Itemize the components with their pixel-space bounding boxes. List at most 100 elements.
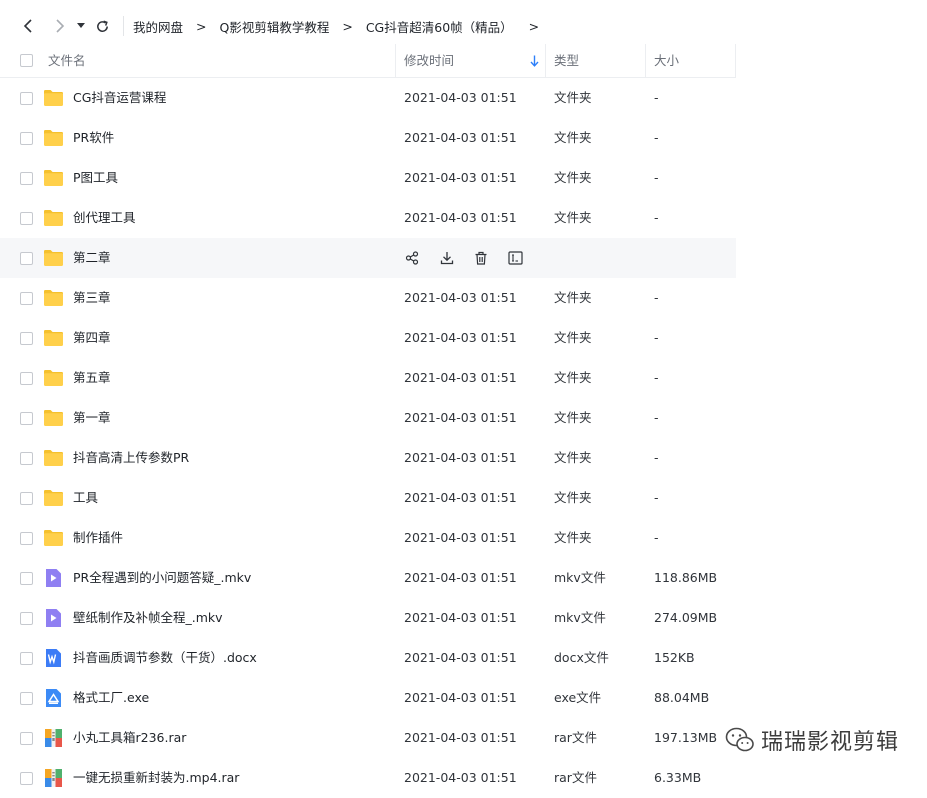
breadcrumb-item-current[interactable]: CG抖音超清60帧（精品） (366, 17, 513, 36)
row-checkbox[interactable] (20, 492, 33, 505)
file-row[interactable]: 抖音画质调节参数（干货）.docx 2021-04-03 01:51 docx文件 1… (0, 638, 736, 678)
row-checkbox[interactable] (20, 532, 33, 545)
file-row[interactable]: 第四章 2021-04-03 01:51 文件夹 - (0, 318, 736, 358)
file-row[interactable]: 创代理工具 2021-04-03 01:51 文件夹 - (0, 198, 736, 238)
file-row[interactable]: 第五章 2021-04-03 01:51 文件夹 - (0, 358, 736, 398)
file-type: 文件夹 (554, 410, 592, 425)
file-size: - (654, 330, 659, 345)
file-row[interactable]: 第二章 (0, 238, 736, 278)
row-checkbox[interactable] (20, 212, 33, 225)
download-icon[interactable] (437, 248, 457, 268)
file-name[interactable]: 抖音高清上传参数PR (73, 438, 189, 478)
file-row[interactable]: 壁纸制作及补帧全程_.mkv 2021-04-03 01:51 mkv文件 274.0… (0, 598, 736, 638)
file-name[interactable]: P图工具 (73, 158, 118, 198)
file-type: 文件夹 (554, 210, 592, 225)
row-checkbox[interactable] (20, 652, 33, 665)
chevron-right-icon (56, 19, 65, 33)
forward-button[interactable] (50, 14, 70, 38)
row-checkbox[interactable] (20, 292, 33, 305)
file-row[interactable]: 第三章 2021-04-03 01:51 文件夹 - (0, 278, 736, 318)
file-name[interactable]: CG抖音运营课程 (73, 78, 166, 118)
row-checkbox[interactable] (20, 612, 33, 625)
sort-descending-icon[interactable] (530, 55, 539, 67)
file-type: 文件夹 (554, 90, 592, 105)
column-header-type[interactable]: 类型 (554, 44, 579, 77)
file-type: 文件夹 (554, 490, 592, 505)
file-row[interactable]: 抖音高清上传参数PR 2021-04-03 01:51 文件夹 - (0, 438, 736, 478)
row-checkbox[interactable] (20, 92, 33, 105)
file-size: 118.86MB (654, 570, 718, 585)
column-header-date[interactable]: 修改时间 (404, 44, 454, 77)
file-name[interactable]: 制作插件 (73, 518, 123, 558)
folder-icon (43, 528, 64, 548)
file-row[interactable]: 第一章 2021-04-03 01:51 文件夹 - (0, 398, 736, 438)
row-checkbox[interactable] (20, 252, 33, 265)
file-type: rar文件 (554, 730, 597, 745)
column-divider[interactable] (735, 44, 736, 77)
delete-icon[interactable] (471, 248, 491, 268)
file-name[interactable]: PR软件 (73, 118, 114, 158)
file-row[interactable]: CG抖音运营课程 2021-04-03 01:51 文件夹 - (0, 78, 736, 118)
file-row[interactable]: PR软件 2021-04-03 01:51 文件夹 - (0, 118, 736, 158)
row-checkbox[interactable] (20, 332, 33, 345)
file-name[interactable]: 小丸工具箱r236.rar (73, 718, 186, 758)
refresh-button[interactable] (92, 14, 112, 38)
breadcrumb-item-course[interactable]: Q影视剪辑教学教程 (220, 17, 330, 36)
file-type: rar文件 (554, 770, 597, 785)
file-row[interactable]: 工具 2021-04-03 01:51 文件夹 - (0, 478, 736, 518)
folder-icon (43, 288, 64, 308)
row-checkbox[interactable] (20, 572, 33, 585)
file-type: 文件夹 (554, 130, 592, 145)
rename-icon[interactable] (506, 248, 526, 268)
modified-time: 2021-04-03 01:51 (404, 290, 517, 305)
row-checkbox[interactable] (20, 732, 33, 745)
file-row[interactable]: P图工具 2021-04-03 01:51 文件夹 - (0, 158, 736, 198)
file-type: mkv文件 (554, 610, 606, 625)
file-size: - (654, 530, 659, 545)
file-name[interactable]: 第二章 (73, 238, 111, 278)
file-name[interactable]: 工具 (73, 478, 98, 518)
file-name[interactable]: PR全程遇到的小问题答疑_.mkv (73, 558, 251, 598)
row-checkbox[interactable] (20, 412, 33, 425)
file-size: 152KB (654, 650, 695, 665)
file-row[interactable]: 制作插件 2021-04-03 01:51 文件夹 - (0, 518, 736, 558)
watermark-text: 瑞瑞影视剪辑 (761, 730, 900, 755)
folder-icon (43, 448, 64, 468)
select-all-checkbox[interactable] (20, 54, 33, 67)
file-name[interactable]: 第一章 (73, 398, 111, 438)
refresh-icon (96, 20, 108, 32)
row-checkbox[interactable] (20, 772, 33, 785)
file-name[interactable]: 壁纸制作及补帧全程_.mkv (73, 598, 223, 638)
file-name[interactable]: 一键无损重新封装为.mp4.rar (73, 758, 239, 798)
file-name[interactable]: 抖音画质调节参数（干货）.docx (73, 638, 257, 678)
file-name[interactable]: 第五章 (73, 358, 111, 398)
column-header-name[interactable]: 文件名 (48, 44, 86, 77)
file-row[interactable]: 一键无损重新封装为.mp4.rar 2021-04-03 01:51 rar文件 6.… (0, 758, 736, 798)
row-checkbox[interactable] (20, 452, 33, 465)
file-name[interactable]: 第三章 (73, 278, 111, 318)
file-name[interactable]: 创代理工具 (73, 198, 136, 238)
file-name[interactable]: 格式工厂.exe (73, 678, 149, 718)
row-checkbox[interactable] (20, 132, 33, 145)
share-icon[interactable] (402, 248, 422, 268)
file-type: 文件夹 (554, 450, 592, 465)
back-button[interactable] (18, 14, 38, 38)
row-checkbox[interactable] (20, 372, 33, 385)
modified-time: 2021-04-03 01:51 (404, 370, 517, 385)
column-header-size[interactable]: 大小 (654, 44, 679, 77)
column-divider[interactable] (395, 44, 396, 77)
file-name[interactable]: 第四章 (73, 318, 111, 358)
breadcrumb-item-root[interactable]: 我的网盘 (133, 17, 183, 36)
folder-icon (43, 128, 64, 148)
file-size: 274.09MB (654, 610, 718, 625)
history-dropdown-button[interactable] (74, 14, 88, 38)
file-row[interactable]: 格式工厂.exe 2021-04-03 01:51 exe文件 88.04MB (0, 678, 736, 718)
file-size: - (654, 170, 659, 185)
file-row[interactable]: PR全程遇到的小问题答疑_.mkv 2021-04-03 01:51 mkv文件 11… (0, 558, 736, 598)
file-row[interactable]: 小丸工具箱r236.rar 2021-04-03 01:51 rar文件 197.13… (0, 718, 736, 758)
column-divider[interactable] (645, 44, 646, 77)
row-checkbox[interactable] (20, 692, 33, 705)
file-size: - (654, 490, 659, 505)
column-divider[interactable] (545, 44, 546, 77)
row-checkbox[interactable] (20, 172, 33, 185)
